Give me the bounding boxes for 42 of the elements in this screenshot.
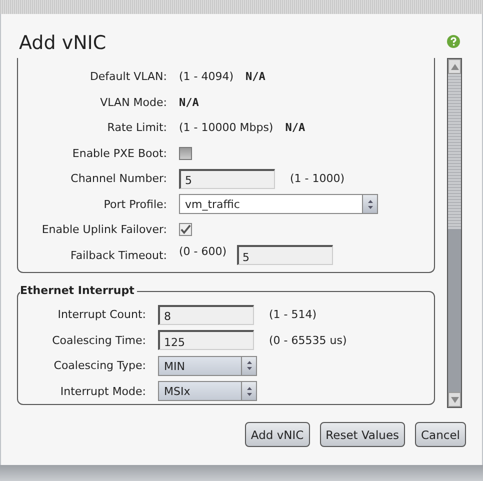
range-hint: (1 - 1000) <box>290 172 345 186</box>
dialog-button[interactable]: Cancel <box>415 422 466 447</box>
field-label: Coalescing Type: <box>52 359 147 372</box>
spinner-icon[interactable] <box>246 386 252 397</box>
checkbox[interactable] <box>179 223 192 236</box>
input-field[interactable]: 125 <box>158 330 254 350</box>
range-hint: (1 - 10000 Mbps) <box>179 121 274 134</box>
dialog-title: Add vNIC <box>19 32 106 54</box>
range-hint: (1 - 514) <box>269 308 317 322</box>
range-hint: (0 - 600) <box>179 245 227 258</box>
checkbox[interactable] <box>179 146 192 160</box>
field-label: Rate Limit: <box>106 121 168 134</box>
dropdown[interactable]: vm_traffic <box>179 194 378 214</box>
field-value: N/A <box>179 96 199 109</box>
dialog-button[interactable]: Reset Values <box>320 422 406 447</box>
field-label: Enable Uplink Failover: <box>40 223 168 236</box>
dropdown[interactable]: MIN <box>158 356 257 376</box>
scroll-up-icon[interactable] <box>450 64 458 70</box>
field-label: Interrupt Mode: <box>59 384 147 398</box>
help-icon[interactable] <box>447 35 460 48</box>
range-hint: (0 - 65535 us) <box>269 334 347 347</box>
input-field[interactable]: 5 <box>179 168 275 189</box>
field-label: Enable PXE Boot: <box>71 146 168 160</box>
field-value: N/A <box>285 121 306 134</box>
field-label: Failback Timeout: <box>70 248 168 262</box>
field-label: VLAN Mode: <box>99 96 168 109</box>
scroll-down-icon[interactable] <box>450 396 458 402</box>
field-label: Port Profile: <box>102 198 168 211</box>
range-hint: (1 - 4094) <box>179 70 234 84</box>
section-legend: Ethernet Interrupt <box>20 284 138 297</box>
scrollbar[interactable] <box>447 58 462 408</box>
field-label: Interrupt Count: <box>56 308 147 322</box>
field-value: N/A <box>246 70 266 84</box>
field-label: Default VLAN: <box>88 70 168 84</box>
input-field[interactable]: 8 <box>158 304 254 325</box>
field-label: Channel Number: <box>70 172 168 186</box>
dropdown[interactable]: MSIx <box>158 381 257 402</box>
input-field[interactable]: 5 <box>236 245 333 266</box>
spinner-icon[interactable] <box>246 360 252 372</box>
field-label: Coalescing Time: <box>51 334 147 347</box>
dialog-button[interactable]: Add vNIC <box>244 422 310 447</box>
spinner-icon[interactable] <box>366 198 374 210</box>
